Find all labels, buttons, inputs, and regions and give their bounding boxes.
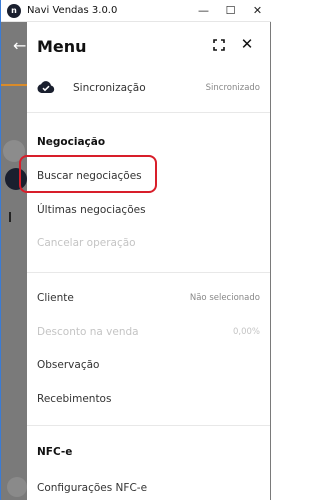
background-mark bbox=[9, 212, 11, 222]
highlight-annotation bbox=[19, 155, 157, 193]
app-window: n Navi Vendas 3.0.0 — ☐ ✕ ← Menu ✕ Sincr… bbox=[0, 0, 271, 500]
desconto-value: 0,00% bbox=[232, 327, 260, 337]
menu-item-label: Cancelar operação bbox=[37, 237, 136, 249]
cliente-value: Não selecionado bbox=[189, 293, 260, 303]
menu-item-cancelar-operacao: Cancelar operação bbox=[37, 233, 262, 253]
cloud-sync-icon bbox=[37, 81, 55, 93]
menu-item-label: Configurações NFC-e bbox=[37, 482, 148, 494]
menu-item-label: Recebimentos bbox=[37, 393, 112, 405]
drawer-header: Menu ✕ bbox=[27, 22, 270, 70]
close-icon[interactable]: ✕ bbox=[240, 37, 254, 52]
divider bbox=[27, 112, 270, 113]
menu-drawer: Menu ✕ Sincronização Sincronizado Negoci… bbox=[27, 22, 270, 500]
sync-label: Sincronização bbox=[73, 82, 146, 94]
window-controls: — ☐ ✕ bbox=[190, 0, 271, 22]
divider bbox=[27, 272, 270, 273]
back-arrow-icon: ← bbox=[13, 36, 27, 55]
minimize-button[interactable]: — bbox=[190, 0, 217, 22]
background-fab bbox=[7, 477, 27, 497]
menu-item-recebimentos[interactable]: Recebimentos bbox=[37, 389, 262, 409]
window-title: Navi Vendas 3.0.0 bbox=[27, 5, 118, 16]
menu-item-label: Cliente bbox=[37, 292, 74, 304]
fullscreen-icon[interactable] bbox=[213, 39, 225, 51]
close-window-button[interactable]: ✕ bbox=[244, 0, 271, 22]
menu-item-configuracoes-nfce[interactable]: Configurações NFC-e bbox=[37, 478, 262, 498]
menu-item-label: Observação bbox=[37, 359, 100, 371]
drawer-title: Menu bbox=[37, 36, 87, 56]
section-title-nfce: NFC-e bbox=[37, 446, 73, 458]
maximize-button[interactable]: ☐ bbox=[217, 0, 244, 22]
app-logo-icon: n bbox=[7, 3, 21, 18]
sync-status: Sincronizado bbox=[205, 83, 260, 93]
menu-item-desconto: Desconto na venda 0,00% bbox=[37, 322, 262, 342]
menu-item-observacao[interactable]: Observação bbox=[37, 355, 262, 375]
menu-item-ultimas-negociacoes[interactable]: Últimas negociações bbox=[37, 200, 262, 220]
menu-item-cliente[interactable]: Cliente Não selecionado bbox=[37, 288, 262, 308]
menu-item-label: Últimas negociações bbox=[37, 204, 146, 216]
section-title-negociacao: Negociação bbox=[37, 136, 106, 148]
title-bar: n Navi Vendas 3.0.0 — ☐ ✕ bbox=[1, 0, 271, 22]
menu-item-label: Desconto na venda bbox=[37, 326, 139, 338]
background-tab-indicator bbox=[1, 84, 27, 86]
divider bbox=[27, 425, 270, 426]
sync-row[interactable]: Sincronização Sincronizado bbox=[27, 76, 270, 100]
